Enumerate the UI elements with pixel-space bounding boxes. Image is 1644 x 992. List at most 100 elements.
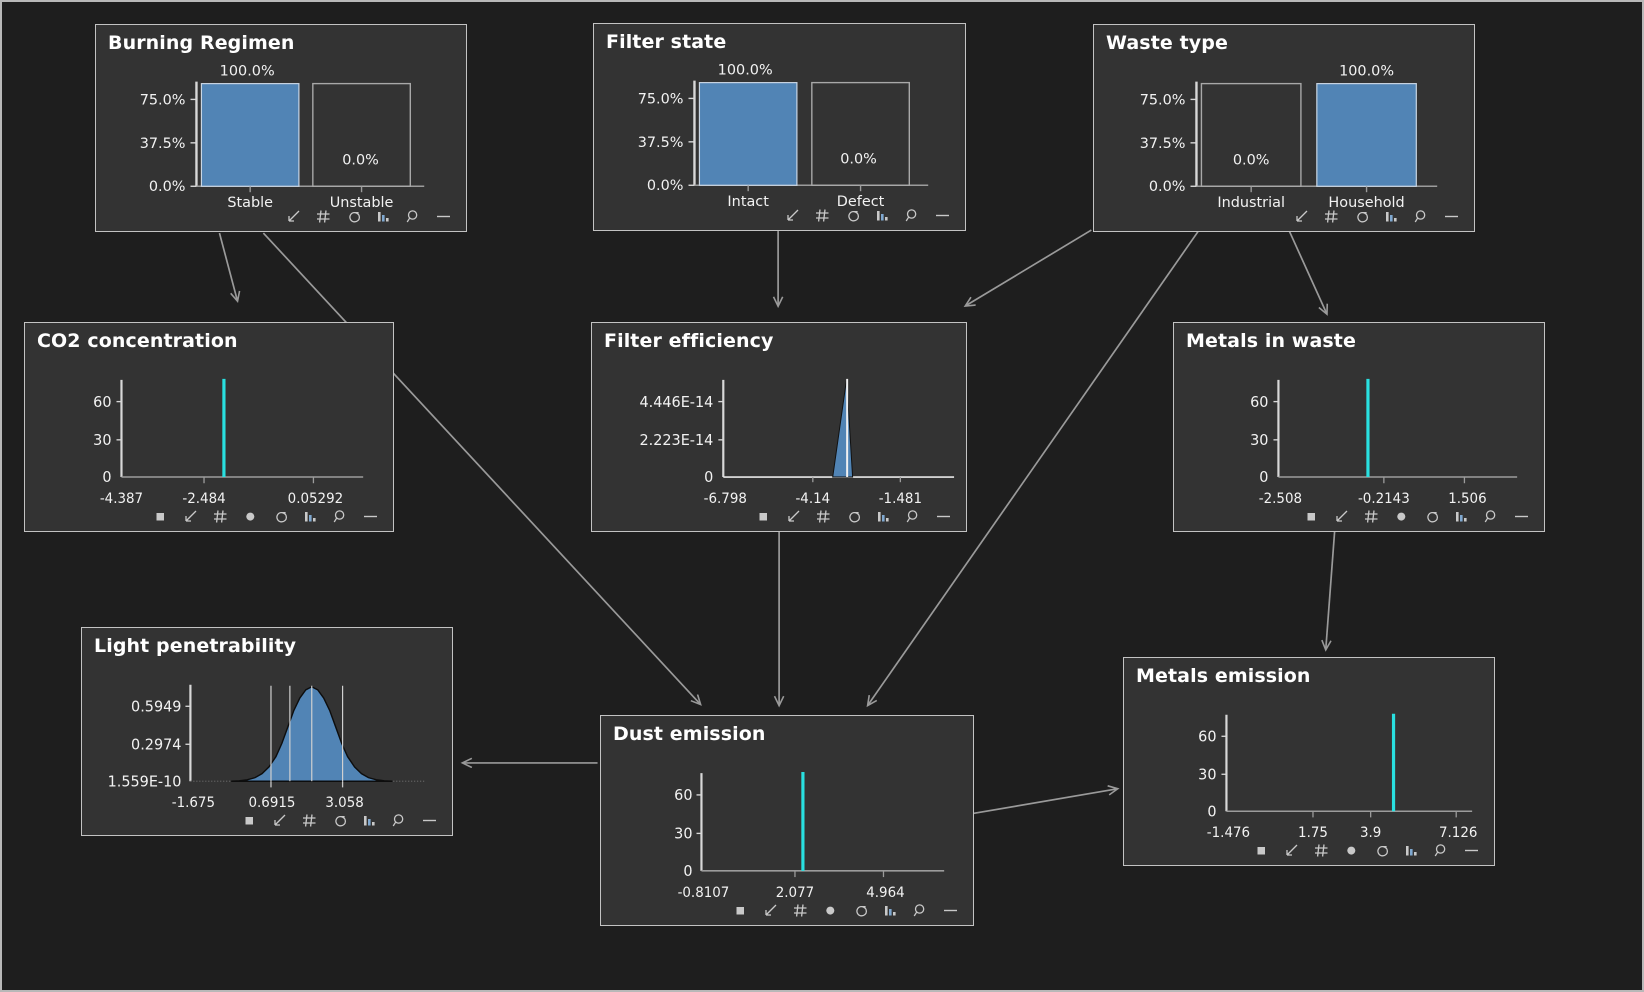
node-toolbar[interactable] — [601, 901, 973, 925]
bar-value-label: 100.0% — [1339, 64, 1394, 80]
bar-chart-icon[interactable] — [874, 207, 891, 224]
grid-icon[interactable] — [301, 812, 318, 829]
arrow-down-left-icon[interactable] — [1333, 508, 1350, 525]
magnifier-icon[interactable] — [1483, 508, 1500, 525]
x-tick-label: 0.05292 — [288, 491, 344, 507]
bar-chart-icon[interactable] — [882, 902, 899, 919]
minus-icon[interactable] — [421, 812, 438, 829]
bar-chart-icon[interactable] — [361, 812, 378, 829]
minus-icon[interactable] — [435, 208, 452, 225]
sigma-icon[interactable] — [1423, 508, 1440, 525]
arrow-down-left-icon[interactable] — [1293, 208, 1310, 225]
node-title: Waste type — [1106, 32, 1228, 54]
dot-icon[interactable] — [242, 508, 259, 525]
minus-icon[interactable] — [934, 207, 951, 224]
sigma-icon[interactable] — [845, 508, 862, 525]
magnifier-icon[interactable] — [912, 902, 929, 919]
grid-icon[interactable] — [1323, 208, 1340, 225]
grid-icon[interactable] — [815, 508, 832, 525]
node-title: Light penetrability — [94, 635, 297, 657]
bar-industrial — [1200, 82, 1302, 187]
minus-icon[interactable] — [1513, 508, 1530, 525]
square-icon[interactable] — [732, 902, 749, 919]
node-filter-state[interactable]: Filter state 100.0% 0.0% 75.0% 37.5% 0.0… — [593, 23, 966, 231]
sigma-icon[interactable] — [852, 902, 869, 919]
bar-chart-icon[interactable] — [1383, 208, 1400, 225]
magnifier-icon[interactable] — [405, 208, 422, 225]
square-icon[interactable] — [1303, 508, 1320, 525]
node-dust-emission[interactable]: Dust emission 60 30 0 -0.8107 2.077 4.96… — [600, 715, 974, 926]
sigma-icon[interactable] — [844, 207, 861, 224]
sigma-icon[interactable] — [1373, 842, 1390, 859]
square-icon[interactable] — [241, 812, 258, 829]
grid-icon[interactable] — [212, 508, 229, 525]
arrow-down-left-icon[interactable] — [762, 902, 779, 919]
minus-icon[interactable] — [362, 508, 379, 525]
node-toolbar[interactable] — [82, 811, 452, 835]
arrow-down-left-icon[interactable] — [182, 508, 199, 525]
dot-icon[interactable] — [1343, 842, 1360, 859]
minus-icon[interactable] — [1443, 208, 1460, 225]
y-tick-label: 60 — [674, 787, 692, 804]
sigma-icon[interactable] — [272, 508, 289, 525]
node-title: Filter state — [606, 31, 727, 53]
grid-icon[interactable] — [315, 208, 332, 225]
square-icon[interactable] — [152, 508, 169, 525]
magnifier-icon[interactable] — [1413, 208, 1430, 225]
magnifier-icon[interactable] — [391, 812, 408, 829]
node-toolbar[interactable] — [1124, 841, 1494, 865]
square-icon[interactable] — [755, 508, 772, 525]
y-tick-label: 37.5% — [1140, 136, 1186, 152]
arrow-down-left-icon[interactable] — [784, 207, 801, 224]
edge-wastetype-to-efficiency — [966, 229, 1092, 306]
square-icon[interactable] — [1253, 842, 1270, 859]
x-tick-label: 3.058 — [325, 795, 363, 811]
grid-icon[interactable] — [814, 207, 831, 224]
node-toolbar[interactable] — [1174, 507, 1544, 531]
arrow-down-left-icon[interactable] — [1283, 842, 1300, 859]
node-toolbar[interactable] — [592, 507, 966, 531]
bar-chart-icon[interactable] — [1403, 842, 1420, 859]
node-filter-efficiency[interactable]: Filter efficiency 4.446E-14 2.223E-14 0 … — [591, 322, 967, 532]
bar-chart-icon[interactable] — [375, 208, 392, 225]
dot-icon[interactable] — [822, 902, 839, 919]
x-tick-label: -1.476 — [1207, 825, 1250, 841]
arrow-down-left-icon[interactable] — [785, 508, 802, 525]
magnifier-icon[interactable] — [1433, 842, 1450, 859]
arrow-down-left-icon[interactable] — [285, 208, 302, 225]
magnifier-icon[interactable] — [905, 508, 922, 525]
bar-value-label: 0.0% — [342, 153, 379, 169]
node-metals-emission[interactable]: Metals emission 60 30 0 -1.476 1.75 3.9 … — [1123, 657, 1495, 866]
y-tick-label: 0.0% — [1149, 179, 1186, 195]
node-waste-type[interactable]: Waste type 100.0% 0.0% 75.0% 37.5% 0.0% … — [1093, 24, 1475, 232]
magnifier-icon[interactable] — [904, 207, 921, 224]
node-light-penetrability[interactable]: Light penetrability 0.5949 0.2974 1.559E… — [81, 627, 453, 836]
edge-metalswaste-to-metalsemission — [1326, 529, 1336, 650]
sigma-icon[interactable] — [1353, 208, 1370, 225]
magnifier-icon[interactable] — [332, 508, 349, 525]
x-tick-label: 1.506 — [1448, 491, 1486, 507]
minus-icon[interactable] — [1463, 842, 1480, 859]
minus-icon[interactable] — [935, 508, 952, 525]
node-metals-in-waste[interactable]: Metals in waste 60 30 0 -2.508 -0.2143 1… — [1173, 322, 1545, 532]
node-toolbar[interactable] — [1094, 207, 1474, 231]
node-toolbar[interactable] — [96, 207, 466, 231]
node-toolbar[interactable] — [25, 507, 393, 531]
bar-chart-icon[interactable] — [1453, 508, 1470, 525]
grid-icon[interactable] — [792, 902, 809, 919]
dot-icon[interactable] — [1393, 508, 1410, 525]
arrow-down-left-icon[interactable] — [271, 812, 288, 829]
sigma-icon[interactable] — [345, 208, 362, 225]
bar-chart-burning-regimen: 100.0% 0.0% 75.0% 37.5% 0.0% Stable Unst… — [96, 54, 466, 207]
x-tick-label: -1.481 — [879, 491, 922, 507]
node-toolbar[interactable] — [594, 206, 965, 230]
bar-chart-icon[interactable] — [302, 508, 319, 525]
minus-icon[interactable] — [942, 902, 959, 919]
grid-icon[interactable] — [1313, 842, 1330, 859]
sigma-icon[interactable] — [331, 812, 348, 829]
node-burning-regimen[interactable]: Burning Regimen 100.0% 0.0% 75.0% 37.5% … — [95, 24, 467, 232]
bar-chart-icon[interactable] — [875, 508, 892, 525]
bar-defect — [811, 81, 910, 186]
node-co2-concentration[interactable]: CO2 concentration 60 30 0 -4.387 -2.484 … — [24, 322, 394, 532]
grid-icon[interactable] — [1363, 508, 1380, 525]
